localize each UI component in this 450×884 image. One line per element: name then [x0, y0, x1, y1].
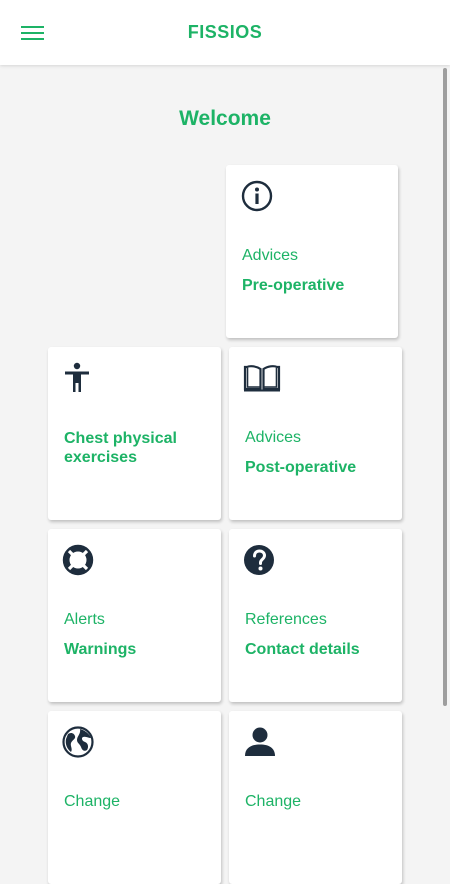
card-warnings[interactable]: Alerts Warnings: [48, 529, 221, 702]
card-contact-details[interactable]: References Contact details: [229, 529, 402, 702]
hamburger-menu-icon: [21, 26, 44, 40]
card-label: Pre-operative: [242, 277, 345, 294]
card-chest-exercises[interactable]: Chest physical exercises: [48, 347, 221, 520]
card-kicker: Alerts: [64, 611, 105, 628]
card-kicker: Advices: [245, 429, 302, 446]
card-label: Post-operative: [245, 459, 357, 476]
card-change-language[interactable]: Change: [48, 711, 221, 884]
card-kicker: Change: [245, 793, 302, 810]
user-icon: [245, 727, 275, 756]
welcome-heading: Welcome: [179, 107, 271, 130]
app-bar: FISSIOS: [0, 0, 450, 65]
open-book-icon: [243, 365, 281, 392]
card-label: Warnings: [64, 641, 137, 658]
life-ring-icon: [62, 544, 94, 576]
globe-icon: [62, 726, 94, 758]
scrollbar[interactable]: [443, 68, 447, 706]
question-circle-icon: [244, 545, 274, 575]
card-kicker: Advices: [242, 247, 299, 264]
menu-button[interactable]: [14, 14, 52, 52]
person-standing-icon: [65, 362, 89, 392]
app-title: FISSIOS: [187, 22, 263, 42]
card-post-operative[interactable]: Advices Post-operative: [229, 347, 402, 520]
card-kicker: References: [245, 611, 327, 628]
card-change-user[interactable]: Change: [229, 711, 402, 884]
card-pre-operative[interactable]: Advices Pre-operative: [226, 165, 398, 338]
card-kicker: Change: [64, 793, 121, 810]
card-label: Contact details: [245, 641, 360, 658]
card-label: Chest physical exercises: [64, 430, 177, 466]
info-circle-icon: [241, 180, 273, 212]
